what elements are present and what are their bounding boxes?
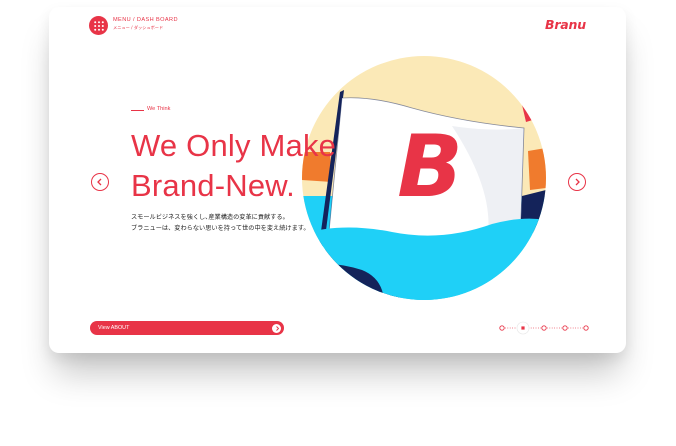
view-about-label: View ABOUT [98,324,130,331]
pagination-dot-active[interactable] [521,326,525,330]
svg-text:B: B [397,117,463,217]
menu-title: MENU / DASH BOARD [113,17,178,23]
cta-arrow [272,323,281,333]
grid-icon [93,20,104,31]
slide-pagination [499,321,589,335]
chevron-right-icon [575,178,580,186]
eyebrow-text: We Think [147,106,171,112]
menu-labels[interactable]: MENU / DASH BOARD メニュー / ダッシュボード [113,17,178,30]
pagination-dot[interactable] [583,325,589,331]
description-line-1: スモールビジネスを強くし､産業構造の変革に貢献する｡ [131,214,286,221]
chevron-right-icon [275,325,279,331]
pagination-dot[interactable] [499,325,505,331]
next-slide-button[interactable] [568,173,586,191]
description-line-2: ブラニューは、変わらない思いを持って世の中を変え続けます。 [131,225,310,232]
eyebrow-divider [131,110,144,111]
menu-button[interactable] [89,16,108,35]
prev-slide-button[interactable] [91,173,109,191]
headline-line-1: We Only Make [131,128,337,163]
brand-logo[interactable]: Branu [545,17,586,32]
pagination-dot[interactable] [562,325,568,331]
hero-illustration: B [302,56,546,300]
chevron-left-icon [97,178,102,186]
menu-subtitle: メニュー / ダッシュボード [113,24,164,30]
headline-line-2: Brand-New. [131,168,295,203]
pagination-dot[interactable] [541,325,547,331]
view-about-button[interactable]: View ABOUT [90,321,284,335]
